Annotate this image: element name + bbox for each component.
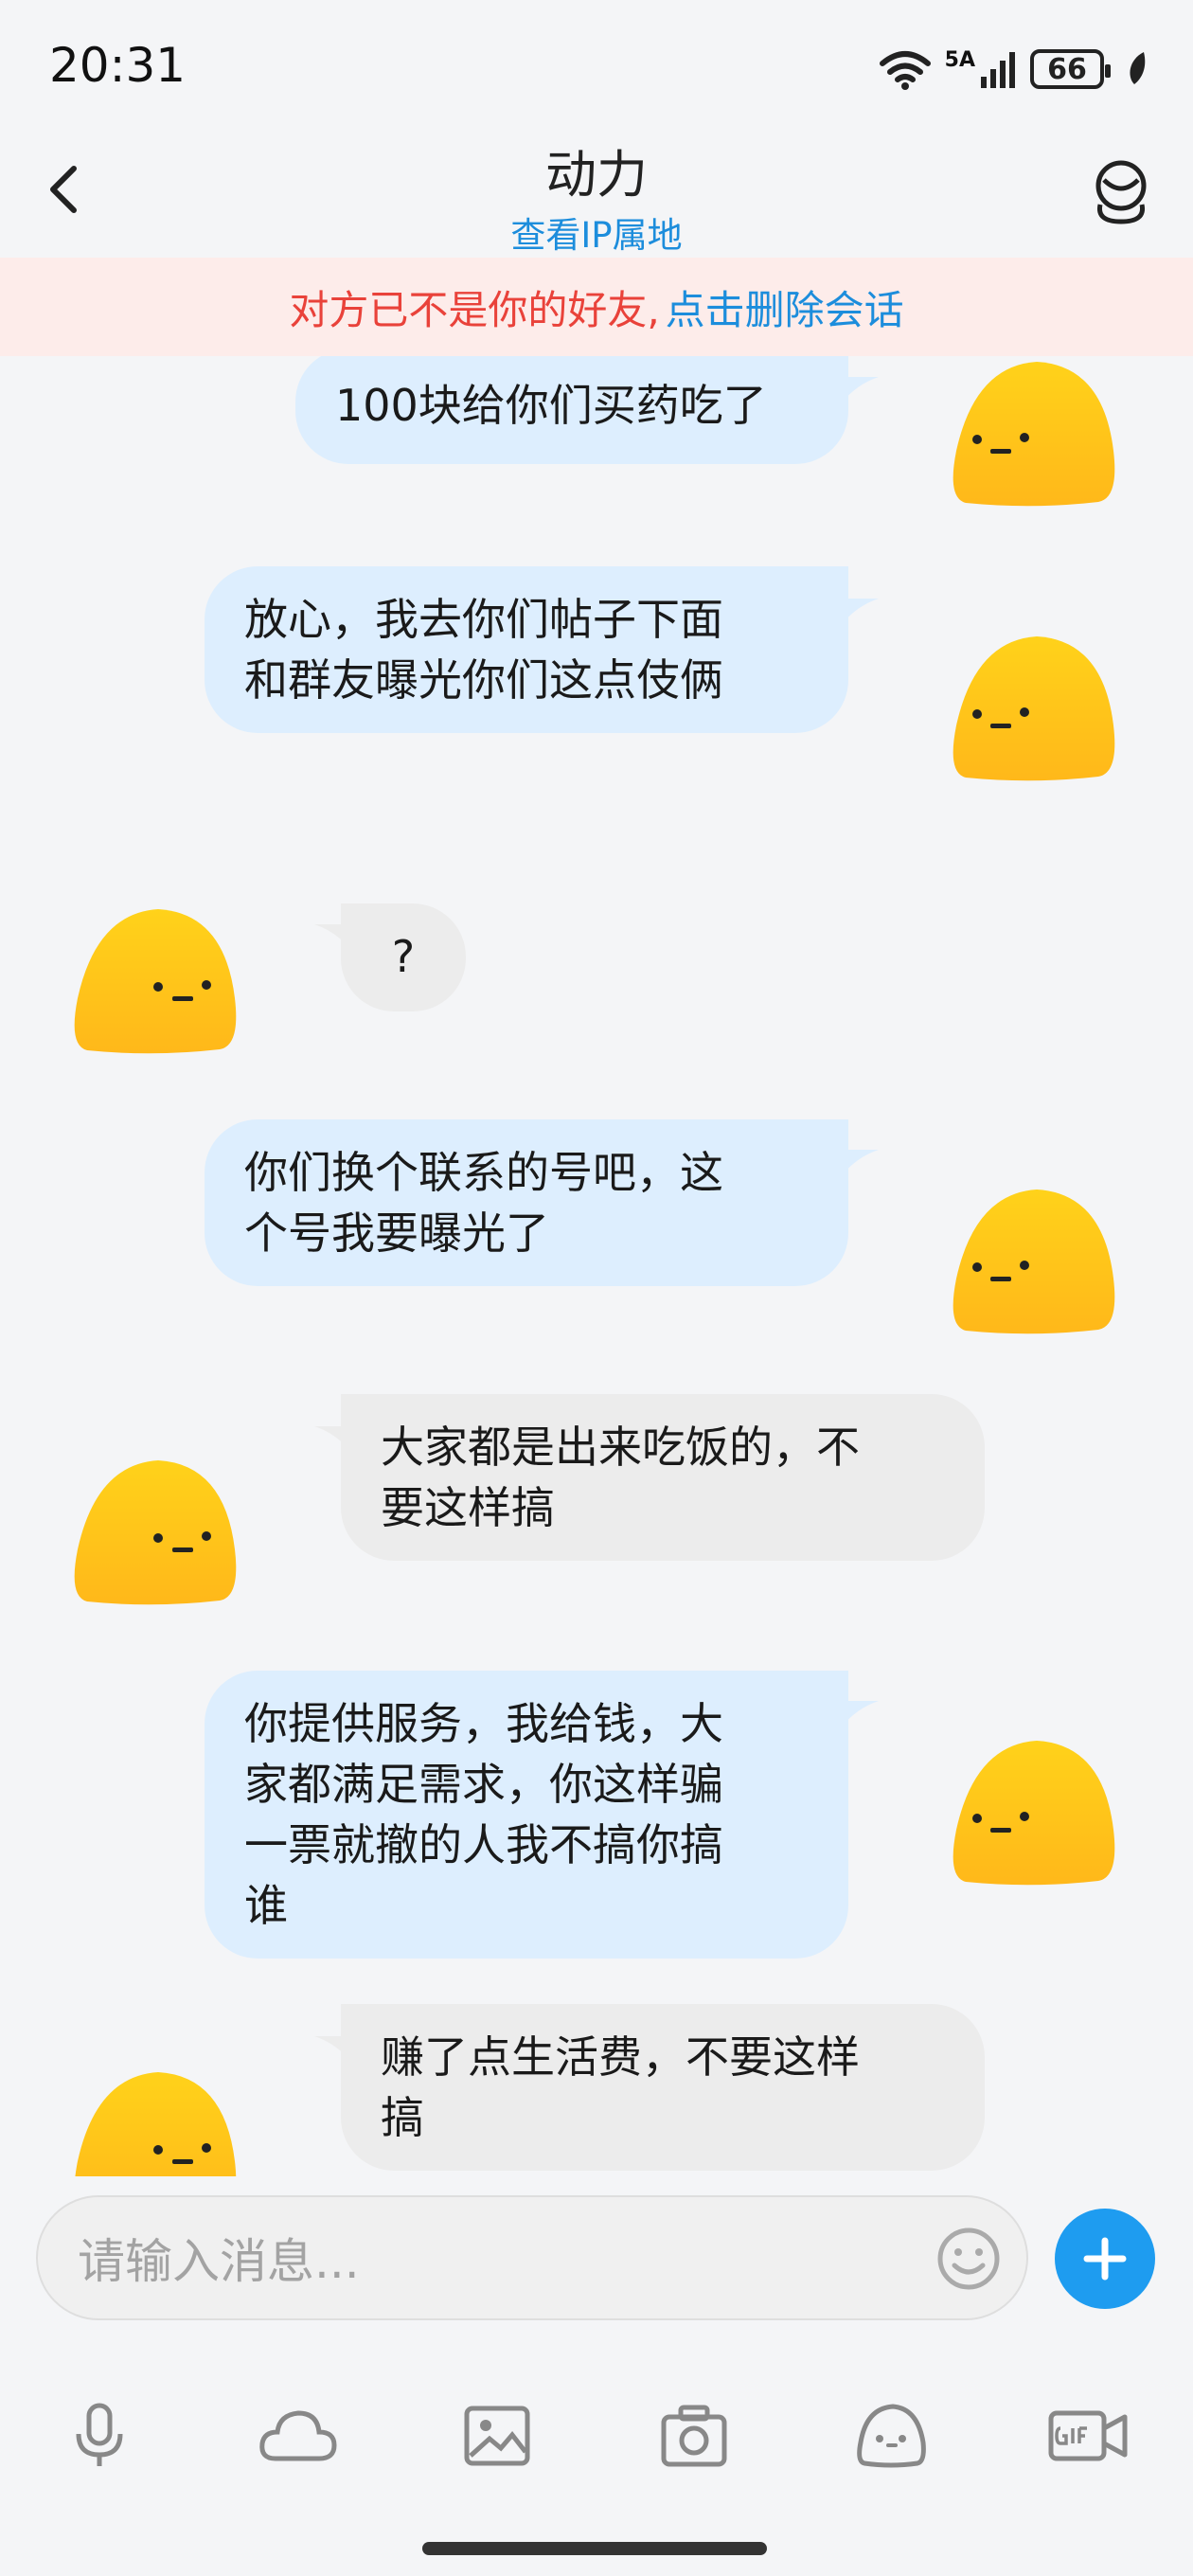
message-input[interactable]: 请输入消息...	[36, 2195, 1028, 2320]
network-type: 5A	[945, 50, 1017, 88]
avatar[interactable]	[947, 356, 1117, 517]
gif-button[interactable]	[1047, 2398, 1129, 2474]
network-label: 5A	[944, 48, 975, 72]
status-icons: 5A 66	[879, 45, 1149, 93]
camera-button[interactable]	[653, 2398, 735, 2474]
leaf-icon	[1130, 52, 1146, 84]
camera-icon	[661, 2405, 727, 2467]
message-bubble[interactable]: 放心，我去你们帖子下面 和群友曝光你们这点伎俩	[205, 566, 848, 733]
avatar[interactable]	[947, 1735, 1117, 1896]
avatar[interactable]	[947, 1184, 1117, 1345]
chat-header: 动力 查看IP属地	[0, 133, 1193, 258]
bubble-tail	[833, 377, 879, 415]
message-bubble[interactable]: ?	[341, 903, 466, 1011]
wifi-icon	[879, 51, 931, 90]
photo-button[interactable]	[456, 2398, 538, 2474]
message-bubble[interactable]: 你们换个联系的号吧，这 个号我要曝光了	[205, 1119, 848, 1286]
bubble-tail	[833, 1150, 879, 1188]
battery-icon: 66	[1030, 49, 1111, 89]
chat-title: 动力	[545, 145, 648, 205]
gif-icon	[1048, 2410, 1128, 2461]
cloud-button[interactable]	[258, 2398, 339, 2474]
avatar[interactable]	[68, 1455, 239, 1616]
message-bubble[interactable]: 你提供服务，我给钱，大 家都满足需求，你这样骗 一票就撤的人我不搞你搞 谁	[205, 1671, 848, 1959]
avatar[interactable]	[68, 2066, 239, 2176]
signal-icon	[981, 52, 1015, 88]
sticker-button[interactable]	[850, 2398, 932, 2474]
delete-conversation-link[interactable]: 点击删除会话	[666, 278, 904, 336]
ip-location-link[interactable]: 查看IP属地	[0, 206, 1193, 258]
smiley-icon	[937, 2227, 1000, 2290]
profile-button[interactable]	[1087, 155, 1155, 227]
plus-icon	[1083, 2237, 1127, 2281]
battery-level: 66	[1047, 52, 1087, 86]
not-friend-warning: 对方已不是你的好友, 点击删除会话	[0, 258, 1193, 356]
image-icon	[464, 2406, 530, 2466]
message-bubble[interactable]: 大家都是出来吃饭的，不 要这样搞	[341, 1394, 985, 1561]
user-profile-icon	[1095, 160, 1147, 224]
home-indicator[interactable]	[422, 2542, 767, 2555]
message-bubble[interactable]: 100块给你们买药吃了	[295, 356, 848, 464]
more-actions-button[interactable]	[1055, 2209, 1155, 2309]
message-list[interactable]: 100块给你们买药吃了 放心，我去你们帖子下面 和群友曝光你们这点伎俩 ? 你们…	[0, 356, 1193, 2176]
warning-text: 对方已不是你的好友,	[289, 286, 660, 333]
input-bar: 请输入消息...	[0, 2176, 1193, 2320]
bubble-tail	[833, 1701, 879, 1739]
status-time: 20:31	[49, 38, 187, 93]
bubble-tail	[833, 599, 879, 636]
voice-button[interactable]	[59, 2398, 140, 2474]
microphone-icon	[76, 2403, 123, 2466]
sticker-icon	[857, 2404, 926, 2468]
emoji-button[interactable]	[935, 2226, 1002, 2292]
input-toolbar	[0, 2377, 1193, 2491]
input-placeholder: 请输入消息...	[78, 2234, 360, 2289]
message-bubble[interactable]: 赚了点生活费，不要这样 搞	[341, 2004, 985, 2171]
status-bar: 20:31 5A 66	[0, 0, 1193, 133]
avatar[interactable]	[947, 631, 1117, 792]
avatar[interactable]	[68, 903, 239, 1064]
cloud-icon	[259, 2410, 337, 2461]
